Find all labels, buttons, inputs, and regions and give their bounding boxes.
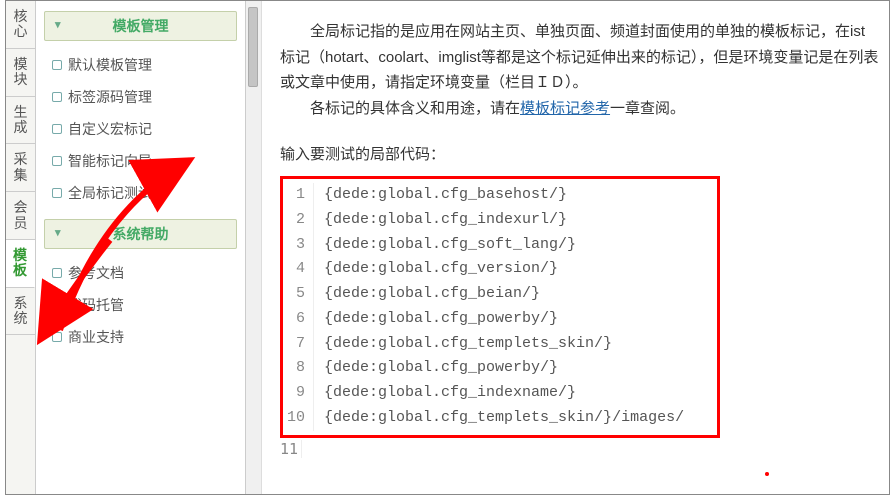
- nav-item[interactable]: 自定义宏标记: [50, 113, 237, 145]
- code-text: {dede:global.cfg_powerby/}: [314, 356, 713, 381]
- chevron-down-icon: ▾: [55, 18, 61, 31]
- code-row: 4{dede:global.cfg_version/}: [287, 257, 713, 282]
- group-header-1[interactable]: ▾ 系统帮助: [44, 219, 237, 249]
- nav-list-1: 参考文档代码托管商业支持: [50, 257, 237, 353]
- code-row: 1{dede:global.cfg_basehost/}: [287, 183, 713, 208]
- nav-item[interactable]: 全局标记测试: [50, 177, 237, 209]
- para2-suffix: 一章查阅。: [610, 100, 685, 117]
- vtab-5[interactable]: 模 板: [6, 240, 35, 288]
- code-text: {dede:global.cfg_soft_lang/}: [314, 233, 713, 258]
- nav-item[interactable]: 智能标记向导: [50, 145, 237, 177]
- line-number: 5: [287, 282, 314, 307]
- scrollbar-thumb[interactable]: [248, 7, 258, 87]
- code-row: 6{dede:global.cfg_powerby/}: [287, 307, 713, 332]
- sidebar: ▾ 模板管理默认模板管理标签源码管理自定义宏标记智能标记向导全局标记测试 ▾ 系统帮助…: [36, 1, 246, 494]
- vtab-3[interactable]: 采 集: [6, 144, 35, 192]
- nav-item[interactable]: 代码托管: [50, 289, 237, 321]
- nav-item[interactable]: 参考文档: [50, 257, 237, 289]
- group-title: 系统帮助: [113, 226, 169, 242]
- para2-prefix: 各标记的具体含义和用途，请在: [310, 100, 520, 117]
- sidebar-scrollbar[interactable]: [246, 1, 262, 494]
- vtab-0[interactable]: 核 心: [6, 1, 35, 49]
- code-input-prompt: 输入要测试的局部代码：: [280, 143, 879, 164]
- code-text: {dede:global.cfg_templets_skin/}: [314, 332, 713, 357]
- line-number: 6: [287, 307, 314, 332]
- main-content: 全局标记指的是应用在网站主页、单独页面、频道封面使用的单独的模板标记，在ist标…: [262, 1, 889, 494]
- line-number: 9: [287, 381, 314, 406]
- vtab-1[interactable]: 模 块: [6, 49, 35, 97]
- line-number: 11: [280, 440, 302, 458]
- line-number: 1: [287, 183, 314, 208]
- group-header-0[interactable]: ▾ 模板管理: [44, 11, 237, 41]
- vtab-2[interactable]: 生 成: [6, 97, 35, 145]
- line-number: 2: [287, 208, 314, 233]
- nav-item[interactable]: 商业支持: [50, 321, 237, 353]
- code-text: {dede:global.cfg_powerby/}: [314, 307, 713, 332]
- code-text: {dede:global.cfg_beian/}: [314, 282, 713, 307]
- code-line-11[interactable]: 11: [280, 440, 720, 458]
- group-title: 模板管理: [113, 18, 169, 34]
- red-dot: [765, 472, 769, 476]
- code-row: 2{dede:global.cfg_indexurl/}: [287, 208, 713, 233]
- code-row: 9{dede:global.cfg_indexname/}: [287, 381, 713, 406]
- code-lines-table: 1{dede:global.cfg_basehost/}2{dede:globa…: [287, 183, 713, 431]
- intro-paragraph-2: 各标记的具体含义和用途，请在模板标记参考一章查阅。: [280, 96, 879, 122]
- code-text: {dede:global.cfg_indexname/}: [314, 381, 713, 406]
- code-text: {dede:global.cfg_indexurl/}: [314, 208, 713, 233]
- vtab-4[interactable]: 会 员: [6, 192, 35, 240]
- template-ref-link[interactable]: 模板标记参考: [520, 100, 610, 117]
- line-number: 4: [287, 257, 314, 282]
- nav-item[interactable]: 标签源码管理: [50, 81, 237, 113]
- code-row: 5{dede:global.cfg_beian/}: [287, 282, 713, 307]
- vtab-6[interactable]: 系 统: [6, 288, 35, 336]
- chevron-down-icon: ▾: [55, 226, 61, 239]
- code-row: 7{dede:global.cfg_templets_skin/}: [287, 332, 713, 357]
- code-row: 10{dede:global.cfg_templets_skin/}/image…: [287, 406, 713, 431]
- vertical-tab-bar: 核 心模 块生 成采 集会 员模 板系 统: [6, 1, 36, 494]
- code-text: {dede:global.cfg_basehost/}: [314, 183, 713, 208]
- code-row: 8{dede:global.cfg_powerby/}: [287, 356, 713, 381]
- code-box[interactable]: 1{dede:global.cfg_basehost/}2{dede:globa…: [280, 176, 720, 438]
- app-frame: 核 心模 块生 成采 集会 员模 板系 统 ▾ 模板管理默认模板管理标签源码管理自…: [5, 0, 890, 495]
- nav-item[interactable]: 默认模板管理: [50, 49, 237, 81]
- code-row: 3{dede:global.cfg_soft_lang/}: [287, 233, 713, 258]
- line-number: 3: [287, 233, 314, 258]
- line-number: 8: [287, 356, 314, 381]
- line-number: 7: [287, 332, 314, 357]
- line-number: 10: [287, 406, 314, 431]
- intro-paragraph-1: 全局标记指的是应用在网站主页、单独页面、频道封面使用的单独的模板标记，在ist标…: [280, 19, 879, 96]
- nav-list-0: 默认模板管理标签源码管理自定义宏标记智能标记向导全局标记测试: [50, 49, 237, 209]
- code-text: {dede:global.cfg_version/}: [314, 257, 713, 282]
- code-text: {dede:global.cfg_templets_skin/}/images/: [314, 406, 713, 431]
